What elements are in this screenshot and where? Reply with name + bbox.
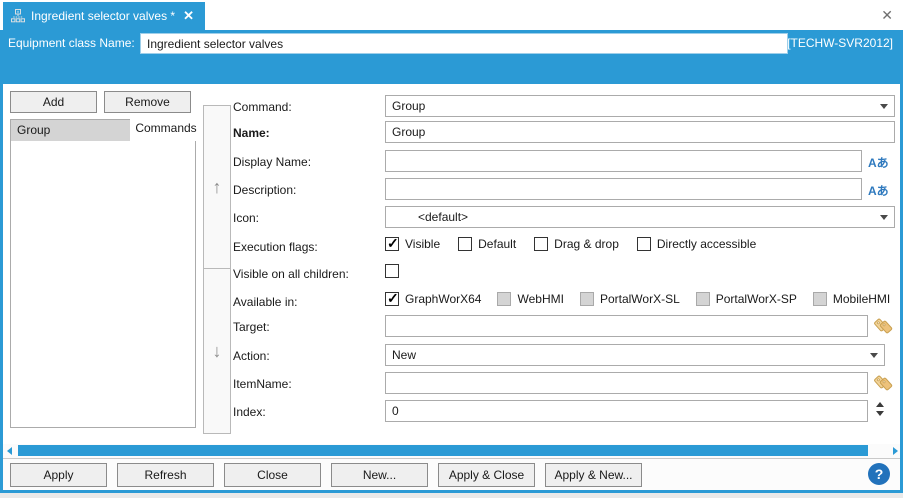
checkbox-icon[interactable] [385, 264, 399, 278]
checkbox-icon[interactable] [636, 237, 651, 251]
checkbox-graphworx64[interactable]: GraphWorX64 [385, 290, 481, 307]
titlebar: Ingredient selector valves * ✕ ✕ [0, 0, 903, 30]
display-name-label: Display Name: [233, 155, 312, 169]
visible-children-row [385, 264, 399, 278]
icon-dropdown[interactable]: <default> [385, 206, 895, 228]
action-dropdown[interactable]: New [385, 344, 885, 366]
chevron-down-icon [880, 214, 888, 220]
data-browser-tags-icon[interactable] [874, 317, 893, 340]
checkbox-webhmi: WebHMI [497, 292, 564, 306]
apply-new-button[interactable]: Apply & New... [545, 463, 642, 487]
apply-close-button[interactable]: Apply & Close [438, 463, 535, 487]
index-label: Index: [233, 405, 266, 419]
spinner-up-icon[interactable] [876, 402, 884, 407]
move-down-button[interactable]: ↓ [203, 268, 231, 434]
scrollbar-thumb[interactable] [18, 445, 868, 456]
document-tab[interactable]: Ingredient selector valves * ✕ [3, 2, 205, 30]
name-input[interactable] [385, 121, 895, 143]
close-button[interactable]: Close [224, 463, 321, 487]
index-spinner[interactable] [876, 402, 884, 416]
scroll-left-icon[interactable] [7, 447, 12, 455]
window-close-icon[interactable]: ✕ [881, 7, 893, 24]
itemname-input[interactable] [385, 372, 868, 394]
checkbox-icon[interactable] [385, 290, 399, 307]
command-value: Group [392, 99, 426, 113]
move-up-button[interactable]: ↑ [203, 105, 231, 269]
execution-flags-row: Visible Default Drag & drop Directly acc… [385, 235, 756, 252]
window-left-border [0, 84, 3, 490]
name-label: Name: [233, 126, 270, 140]
available-in-label: Available in: [233, 295, 298, 309]
checkbox-directly-accessible[interactable]: Directly accessible [636, 237, 756, 251]
add-command-button[interactable]: Add [10, 91, 97, 113]
itemname-label: ItemName: [233, 377, 292, 391]
action-value: New [392, 348, 417, 362]
footer-bar: Apply Refresh Close New... Apply & Close… [3, 459, 900, 490]
available-in-row: GraphWorX64 WebHMI PortalWorX-SL PortalW… [385, 290, 890, 307]
checkbox-mobilehmi: MobileHMI [812, 292, 890, 306]
new-button[interactable]: New... [331, 463, 428, 487]
localize-icon[interactable]: Aあ [868, 154, 889, 171]
tab-strip: General Parameters Commands + [0, 57, 903, 141]
checkbox-icon [812, 292, 827, 306]
data-browser-tags-icon[interactable] [874, 374, 893, 397]
target-label: Target: [233, 320, 270, 334]
refresh-button[interactable]: Refresh [117, 463, 214, 487]
arrow-down-icon: ↓ [212, 340, 222, 361]
checkbox-portalworx-sl: PortalWorX-SL [579, 292, 680, 306]
server-badge: [TECHW-SVR2012] [787, 36, 893, 50]
description-input[interactable] [385, 178, 862, 200]
checkbox-icon[interactable] [458, 237, 473, 251]
scroll-right-icon[interactable] [893, 447, 898, 455]
checkbox-drag-drop[interactable]: Drag & drop [534, 237, 619, 251]
visible-children-label: Visible on all children: [233, 267, 349, 281]
checkbox-visible-on-all-children[interactable] [385, 264, 399, 278]
chevron-down-icon [870, 352, 878, 358]
document-tab-close-icon[interactable]: ✕ [183, 8, 194, 24]
spinner-down-icon[interactable] [876, 411, 884, 416]
command-label: Command: [233, 100, 292, 114]
display-name-input[interactable] [385, 150, 862, 172]
action-label: Action: [233, 349, 270, 363]
tab-commands[interactable]: Commands [130, 114, 202, 141]
arrow-up-icon: ↑ [212, 176, 222, 197]
index-input[interactable] [385, 400, 868, 422]
apply-button[interactable]: Apply [10, 463, 107, 487]
equipment-class-name-input[interactable] [140, 33, 788, 54]
checkbox-icon [579, 292, 594, 306]
execution-flags-label: Execution flags: [233, 240, 318, 254]
horizontal-scrollbar[interactable] [3, 444, 900, 458]
checkbox-icon [497, 292, 512, 306]
document-tab-title: Ingredient selector valves * [31, 9, 176, 23]
checkbox-portalworx-sp: PortalWorX-SP [695, 292, 797, 306]
icon-value: <default> [418, 210, 469, 224]
equipment-class-editor-window: Ingredient selector valves * ✕ ✕ Equipme… [0, 0, 903, 493]
checkbox-icon[interactable] [385, 235, 399, 252]
command-list[interactable]: Group [10, 119, 196, 428]
reorder-strip: ↑ ↓ [203, 105, 231, 434]
equipment-class-banner: Equipment class Name: [TECHW-SVR2012] [0, 30, 903, 57]
equipment-class-name-label: Equipment class Name: [8, 36, 135, 50]
checkbox-icon[interactable] [534, 237, 549, 251]
checkbox-default[interactable]: Default [458, 237, 516, 251]
chevron-down-icon [880, 103, 888, 109]
checkbox-icon [695, 292, 710, 306]
remove-command-button[interactable]: Remove [104, 91, 191, 113]
checkbox-visible[interactable]: Visible [385, 235, 440, 252]
localize-icon[interactable]: Aあ [868, 182, 889, 199]
target-input[interactable] [385, 315, 868, 337]
command-dropdown[interactable]: Group [385, 95, 895, 117]
equipment-class-icon [11, 9, 25, 23]
help-icon[interactable]: ? [868, 463, 890, 485]
description-label: Description: [233, 183, 297, 197]
icon-label: Icon: [233, 211, 260, 225]
